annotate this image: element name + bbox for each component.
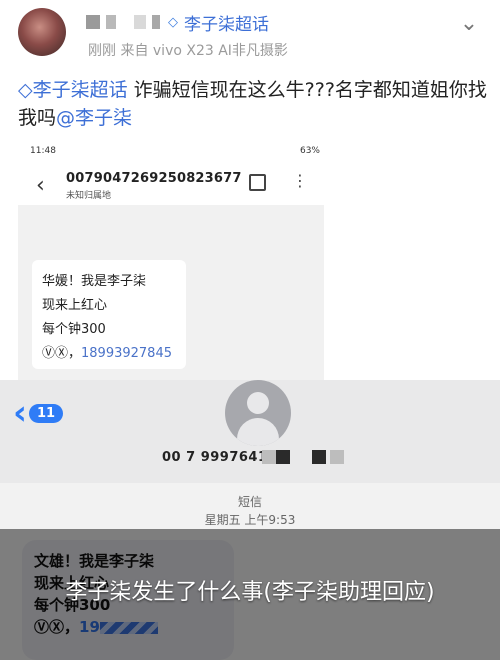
phone-number-link: 18993927845: [81, 346, 172, 361]
message-bubble: 华媛！我是李子柒 现来上红心 每个钟300 ⓋⓍ，18993927845: [32, 260, 186, 369]
super-topic-diamond-icon: ◇: [168, 14, 178, 30]
image-caption: 李子柒发生了什么事(李子柒助理回应): [65, 580, 435, 605]
blurred-digit-block: [330, 450, 344, 464]
back-arrow-icon: ‹: [36, 173, 45, 198]
sender-number: 0079047269250823677: [66, 171, 242, 186]
blurred-name-block: [106, 15, 116, 29]
message-line: 每个钟300: [42, 322, 106, 337]
post-header: ◇ 李子柒超话 刚刚 来自 vivo X23 AI非凡摄影 ⌄: [0, 0, 500, 66]
back-button: ‹ 11: [13, 393, 64, 433]
sender-location: 未知归属地: [66, 191, 112, 201]
contact-avatar-icon: [225, 380, 291, 446]
screenshot-sms-1[interactable]: 11:48 63% ‹ 0079047269250823677 未知归属地 ⋮ …: [0, 137, 500, 380]
chevron-down-icon[interactable]: ⌄: [454, 10, 484, 40]
blurred-name-block: [152, 15, 160, 29]
sms-label: 短信: [237, 495, 262, 509]
message-line: 华媛！我是李子柒: [42, 274, 147, 289]
blurred-digit-block: [312, 450, 326, 464]
unread-count-badge: 11: [29, 403, 64, 423]
share-icon: [249, 174, 266, 191]
super-topic-diamond-icon: ◇: [18, 79, 33, 101]
post-meta: 刚刚 来自 vivo X23 AI非凡摄影: [88, 43, 288, 59]
status-bar: 11:48 63%: [30, 146, 320, 156]
super-topic-link[interactable]: 李子柒超话: [184, 10, 269, 35]
battery-level: 63%: [299, 146, 320, 156]
blurred-digit-block: [276, 450, 290, 464]
sms-timestamp: 星期五 上午9:53: [204, 513, 296, 527]
avatar[interactable]: [18, 8, 66, 56]
author-name-row[interactable]: ◇ 李子柒超话: [86, 10, 269, 35]
contact-number: 00 7 9997641: [162, 450, 268, 465]
blurred-name-block: [134, 15, 146, 29]
status-time: 11:48: [30, 146, 56, 156]
post-text: ◇李子柒超话 诈骗短信现在这么牛???名字都知道姐你找我吗@李子柒: [18, 76, 488, 132]
user-mention[interactable]: @李子柒: [56, 107, 132, 129]
super-topic-mention[interactable]: 李子柒超话: [33, 79, 128, 101]
message-line: ⓋⓍ，18993927845: [42, 342, 176, 366]
message-prefix: ⓋⓍ，: [42, 346, 82, 361]
blurred-digit-block: [262, 450, 276, 464]
blurred-name-block: [86, 15, 100, 29]
chevron-left-icon: ‹: [13, 393, 28, 433]
more-vertical-icon: ⋮: [292, 171, 308, 190]
message-line: 现来上红心: [42, 298, 108, 313]
